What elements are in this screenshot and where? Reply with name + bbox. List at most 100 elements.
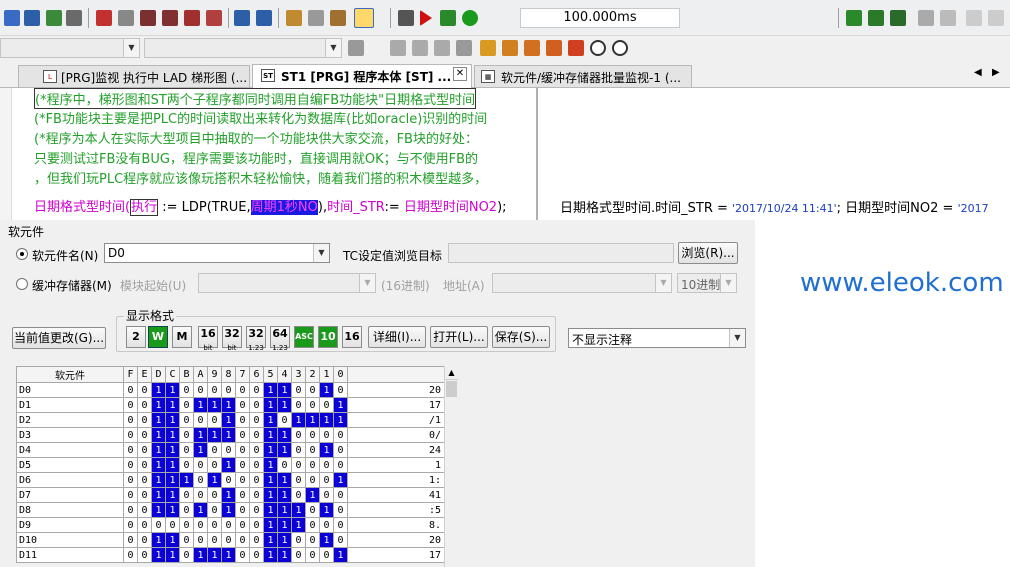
device-name-cell[interactable]: D10 <box>16 532 124 548</box>
dev-icon[interactable] <box>24 10 40 26</box>
bit-cell[interactable]: 0 <box>179 382 194 398</box>
bit-cell[interactable]: 0 <box>249 532 264 548</box>
bit-cell[interactable]: 1 <box>263 517 278 533</box>
close-icon[interactable]: ✕ <box>453 67 467 81</box>
bit-cell[interactable]: 0 <box>221 517 236 533</box>
format-32real-button[interactable]: 32 1.23 <box>246 326 266 352</box>
table-row[interactable]: D4 0 0 1 1 0 1 0 0 0 0 1 1 0 0 1 0 24 <box>16 442 445 458</box>
bit-cell[interactable]: 0 <box>235 532 250 548</box>
param-icon[interactable] <box>330 10 346 26</box>
bit-cell[interactable]: 1 <box>193 547 208 563</box>
device-name-cell[interactable]: D11 <box>16 547 124 563</box>
bit-cell[interactable]: 0 <box>193 472 208 488</box>
bit-cell[interactable]: 0 <box>305 427 320 443</box>
bit-cell[interactable]: 0 <box>221 472 236 488</box>
bit-cell[interactable]: 1 <box>193 397 208 413</box>
chevron-down-icon[interactable]: ▼ <box>313 244 329 262</box>
bit-cell[interactable]: 0 <box>151 517 166 533</box>
list-icon[interactable] <box>390 40 406 56</box>
scan-icon[interactable] <box>398 10 414 26</box>
value-cell[interactable]: 17 <box>347 547 445 563</box>
bit-cell[interactable]: 0 <box>249 517 264 533</box>
bit-cell[interactable]: 1 <box>165 442 180 458</box>
bit-cell[interactable]: 0 <box>207 532 222 548</box>
project-combo[interactable]: ▼ <box>0 38 140 58</box>
format-ascii-button[interactable]: ASC <box>294 326 314 348</box>
bit-cell[interactable]: 1 <box>151 382 166 398</box>
tc-input[interactable] <box>448 243 674 263</box>
format-64real-button[interactable]: 64 1.23 <box>270 326 290 352</box>
bit-cell[interactable]: 1 <box>207 397 222 413</box>
tab-scroll-right-icon[interactable]: ▶ <box>992 67 1000 78</box>
bit-cell[interactable]: 0 <box>333 427 348 443</box>
bit-cell[interactable]: 1 <box>277 397 292 413</box>
bit-cell[interactable]: 0 <box>221 442 236 458</box>
bit-cell[interactable]: 0 <box>123 502 138 518</box>
bit-cell[interactable]: 1 <box>277 532 292 548</box>
value-cell[interactable]: 24 <box>347 442 445 458</box>
table-row[interactable]: D9 0 0 0 0 0 0 0 0 0 0 1 1 1 0 0 0 8. <box>16 517 445 533</box>
format-32bit-button[interactable]: 32 bit <box>222 326 242 352</box>
value-cell[interactable]: 0/ <box>347 427 445 443</box>
format-16bit-button[interactable]: 16 bit <box>198 326 218 352</box>
value-cell[interactable]: 20 <box>347 382 445 398</box>
bit-cell[interactable]: 1 <box>263 487 278 503</box>
bit-cell[interactable]: 1 <box>165 382 180 398</box>
bit-cell[interactable]: 0 <box>123 547 138 563</box>
dev-read-icon[interactable] <box>234 10 250 26</box>
bit-cell[interactable]: 0 <box>277 412 292 428</box>
bit-cell[interactable]: 0 <box>123 397 138 413</box>
bit-cell[interactable]: 1 <box>277 382 292 398</box>
bit-cell[interactable]: 0 <box>137 457 152 473</box>
bit-cell[interactable]: 0 <box>207 502 222 518</box>
font-a-icon[interactable] <box>966 10 982 26</box>
sort-both-icon[interactable] <box>546 40 562 56</box>
font-b-icon[interactable] <box>988 10 1004 26</box>
replace-icon[interactable] <box>940 10 956 26</box>
device-name-cell[interactable]: D3 <box>16 427 124 443</box>
bit-cell[interactable]: 0 <box>333 382 348 398</box>
bit-cell[interactable]: 0 <box>137 472 152 488</box>
bit-cell[interactable]: 0 <box>319 547 334 563</box>
bit-cell[interactable]: 0 <box>319 427 334 443</box>
bit-cell[interactable]: 0 <box>123 382 138 398</box>
bit-cell[interactable]: 1 <box>263 547 278 563</box>
bit-cell[interactable]: 1 <box>277 547 292 563</box>
bit-cell[interactable]: 0 <box>305 532 320 548</box>
bit-cell[interactable]: 1 <box>165 472 180 488</box>
bit-cell[interactable]: 1 <box>151 547 166 563</box>
bit-cell[interactable]: 0 <box>291 487 306 503</box>
program-combo[interactable]: ▼ <box>144 38 342 58</box>
bit-cell[interactable]: 0 <box>193 412 208 428</box>
plc-icon[interactable] <box>206 10 222 26</box>
bit-cell[interactable]: 0 <box>249 382 264 398</box>
device-name-input[interactable]: D0 ▼ <box>104 243 330 263</box>
bit-cell[interactable]: 1 <box>193 427 208 443</box>
format-hex-button[interactable]: 16 <box>342 326 362 348</box>
bit-cell[interactable]: 1 <box>305 412 320 428</box>
bit-cell[interactable]: 0 <box>291 532 306 548</box>
bit-cell[interactable]: 0 <box>221 532 236 548</box>
value-cell[interactable]: /1 <box>347 412 445 428</box>
tab-st-program[interactable]: ST ST1 [PRG] 程序本体 [ST] ... ✕ <box>252 64 472 88</box>
new-project-icon[interactable] <box>4 10 20 26</box>
bit-cell[interactable]: 0 <box>137 502 152 518</box>
table-row[interactable]: D7 0 0 1 1 0 0 0 1 0 0 1 1 0 1 0 0 41 <box>16 487 445 503</box>
bit-cell[interactable]: 0 <box>291 457 306 473</box>
monitor-icon[interactable] <box>162 10 178 26</box>
device-name-cell[interactable]: D1 <box>16 397 124 413</box>
bit-cell[interactable]: 1 <box>151 457 166 473</box>
bit-cell[interactable]: 1 <box>151 487 166 503</box>
bit-cell[interactable]: 1 <box>263 382 278 398</box>
bit-cell[interactable]: 0 <box>193 532 208 548</box>
bit-cell[interactable]: 0 <box>249 472 264 488</box>
bit-cell[interactable]: 1 <box>277 427 292 443</box>
bit-cell[interactable]: 0 <box>235 517 250 533</box>
bit-cell[interactable]: 0 <box>193 517 208 533</box>
value-cell[interactable]: 17 <box>347 397 445 413</box>
bit-cell[interactable]: 0 <box>123 427 138 443</box>
bit-cell[interactable]: 1 <box>151 472 166 488</box>
table-row[interactable]: D10 0 0 1 1 0 0 0 0 0 0 1 1 0 0 1 0 20 <box>16 532 445 548</box>
value-cell[interactable]: :5 <box>347 502 445 518</box>
bit-cell[interactable]: 0 <box>137 442 152 458</box>
